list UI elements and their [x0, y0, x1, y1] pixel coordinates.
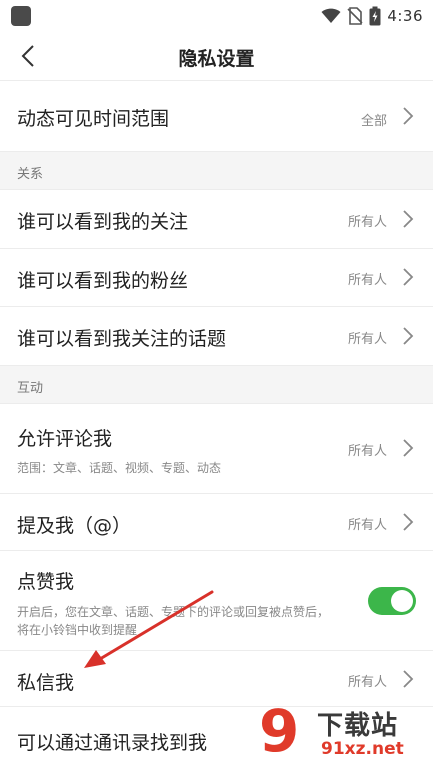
- setting-value: 所有人: [347, 273, 387, 288]
- setting-row-topics[interactable]: 谁可以看到我关注的话题 所有人: [0, 307, 433, 366]
- setting-title: 可以通过通讯录找到我: [17, 732, 208, 754]
- chevron-right-icon: [403, 107, 414, 125]
- privacy-settings-screen: 4:36 隐私设置 动态可见时间范围 全部 关系 谁可以看到我的关注 所有人 谁…: [0, 0, 433, 771]
- setting-title: 动态可见时间范围: [17, 108, 170, 130]
- setting-value: 所有人: [347, 332, 387, 347]
- watermark-logo: 9 下载站 91xz.net: [257, 701, 429, 767]
- section-label: 关系: [17, 167, 44, 182]
- page-title: 隐私设置: [178, 48, 255, 70]
- battery-icon: [369, 6, 381, 26]
- status-icons: 4:36: [321, 5, 423, 27]
- setting-title: 允许评论我: [17, 428, 113, 450]
- setting-title: 谁可以看到我的粉丝: [17, 270, 189, 292]
- setting-subtitle: 开启后，您在文章、话题、专题下的评论或回复被点赞后，将在小铃铛中收到提醒: [17, 605, 330, 637]
- setting-value: 所有人: [347, 518, 387, 533]
- setting-value: 全部: [360, 114, 387, 129]
- toggle-knob: [391, 590, 413, 612]
- setting-title: 私信我: [17, 672, 75, 694]
- chevron-right-icon: [403, 268, 414, 286]
- chevron-right-icon: [403, 670, 414, 688]
- like-notification-toggle[interactable]: [368, 587, 416, 615]
- section-label: 互动: [17, 381, 44, 396]
- section-header-relations: 关系: [0, 152, 433, 190]
- setting-row-like: 点赞我 开启后，您在文章、话题、专题下的评论或回复被点赞后，将在小铃铛中收到提醒: [0, 551, 433, 651]
- no-sim-icon: [347, 7, 363, 25]
- setting-row-fans[interactable]: 谁可以看到我的粉丝 所有人: [0, 249, 433, 307]
- watermark-domain: 91xz.net: [321, 739, 404, 759]
- setting-value: 所有人: [347, 215, 387, 230]
- section-header-interaction: 互动: [0, 366, 433, 404]
- setting-row-visible-time[interactable]: 动态可见时间范围 全部: [0, 81, 433, 152]
- chevron-right-icon: [403, 210, 414, 228]
- setting-row-message[interactable]: 私信我 所有人: [0, 651, 433, 707]
- setting-value: 所有人: [347, 675, 387, 690]
- chevron-right-icon: [403, 327, 414, 345]
- status-bar: 4:36: [0, 0, 433, 32]
- setting-title: 谁可以看到我的关注: [17, 211, 189, 233]
- watermark-nine: 9: [259, 697, 300, 765]
- wifi-icon: [321, 8, 341, 23]
- status-time: 4:36: [387, 7, 423, 25]
- setting-row-mention[interactable]: 提及我（@） 所有人: [0, 494, 433, 551]
- chevron-right-icon: [403, 439, 414, 457]
- setting-row-comment[interactable]: 允许评论我 范围：文章、话题、视频、专题、动态 所有人: [0, 404, 433, 494]
- setting-title: 点赞我: [17, 571, 75, 593]
- setting-title: 提及我（@）: [17, 515, 132, 537]
- setting-value: 所有人: [347, 444, 387, 459]
- setting-title: 谁可以看到我关注的话题: [17, 328, 227, 350]
- watermark-name: 下载站: [317, 711, 399, 741]
- chevron-right-icon: [403, 513, 414, 531]
- header: 隐私设置: [0, 32, 433, 81]
- setting-subtitle: 范围：文章、话题、视频、专题、动态: [17, 461, 222, 475]
- app-icon: [11, 6, 31, 26]
- setting-row-follows[interactable]: 谁可以看到我的关注 所有人: [0, 190, 433, 249]
